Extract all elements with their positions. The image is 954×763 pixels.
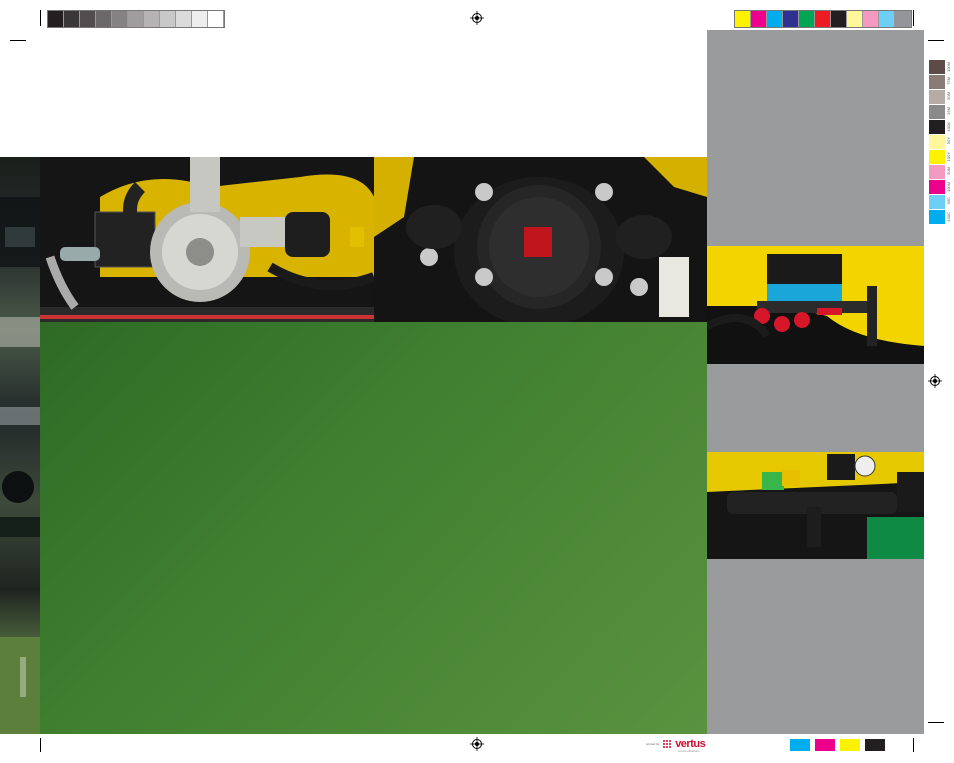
color-swatch (815, 11, 831, 27)
crop-mark (913, 10, 914, 26)
vertical-swatch: 100K (929, 120, 951, 134)
crop-mark (928, 722, 944, 723)
color-swatch (799, 11, 815, 27)
swatch-label: 75M (946, 77, 951, 85)
vertical-swatch: 50C (929, 195, 951, 209)
grey-swatch (192, 11, 208, 27)
crop-mark (10, 40, 26, 41)
color-swatch (751, 11, 767, 27)
field-edge-photo (0, 157, 40, 734)
bottom-swatch (865, 739, 885, 751)
color-swatch (895, 11, 911, 27)
swatch-label: 50M (946, 92, 951, 100)
swatch-label: 100M (946, 62, 951, 73)
vertical-swatch: 25M (929, 105, 951, 119)
crop-mark (40, 738, 41, 752)
vertical-swatch: 50Y (929, 135, 951, 149)
vertus-logo-icon (663, 740, 672, 748)
color-swatch (879, 11, 895, 27)
vertical-swatch: 50M (929, 90, 951, 104)
diaphragm-pump-photo (374, 157, 707, 322)
vertical-swatch: 100C (929, 210, 951, 224)
grey-swatch (112, 11, 128, 27)
vertical-swatch: 75M (929, 75, 951, 89)
swatch-label: 100Y (946, 152, 951, 162)
pump-photo (40, 157, 374, 322)
crop-mark (913, 738, 914, 752)
registration-mark-icon (470, 11, 484, 25)
swatch-label: 25M (946, 107, 951, 115)
vertical-swatch: 100M (929, 180, 951, 194)
credit-tagline: communications (678, 749, 700, 753)
credit-prefix: printed by (646, 742, 660, 746)
bottom-swatch (790, 739, 810, 751)
color-swatch (783, 11, 799, 27)
grey-swatch (96, 11, 112, 27)
grey-swatch (144, 11, 160, 27)
vertical-swatch: 100Y (929, 150, 951, 164)
grey-swatch (80, 11, 96, 27)
crop-mark (928, 40, 944, 41)
control-valves-photo (707, 246, 924, 364)
grey-swatch (48, 11, 64, 27)
crop-mark (40, 10, 41, 26)
swatch-label: 50C (946, 197, 951, 205)
color-calibration-bar (734, 10, 912, 28)
grey-side-panel (707, 30, 924, 734)
pressure-manifold-photo (707, 452, 924, 559)
grey-swatch (208, 11, 224, 27)
grey-swatch (160, 11, 176, 27)
color-swatch (863, 11, 879, 27)
color-swatch (767, 11, 783, 27)
grey-calibration-bar (47, 10, 225, 28)
color-swatch (847, 11, 863, 27)
vertical-calibration-strip: 100M 75M 50M 25M 100K 50Y 100Y 50M 100M 50C 100C (929, 60, 951, 225)
green-content-panel (40, 322, 707, 734)
color-swatch (831, 11, 847, 27)
grey-swatch (176, 11, 192, 27)
registration-mark-icon (470, 737, 484, 751)
swatch-label: 50Y (946, 137, 951, 145)
bottom-swatch (840, 739, 860, 751)
swatch-label: 100K (946, 122, 951, 132)
registration-mark-icon (928, 374, 942, 388)
vertical-swatch: 50M (929, 165, 951, 179)
printer-logo: printed by vertus communications (646, 738, 706, 753)
grey-swatch (128, 11, 144, 27)
bottom-swatch (815, 739, 835, 751)
swatch-label: 100C (946, 212, 951, 222)
swatch-label: 50M (946, 167, 951, 175)
swatch-label: 100M (946, 182, 951, 193)
grey-swatch (64, 11, 80, 27)
vertical-swatch: 100M (929, 60, 951, 74)
color-swatch (735, 11, 751, 27)
